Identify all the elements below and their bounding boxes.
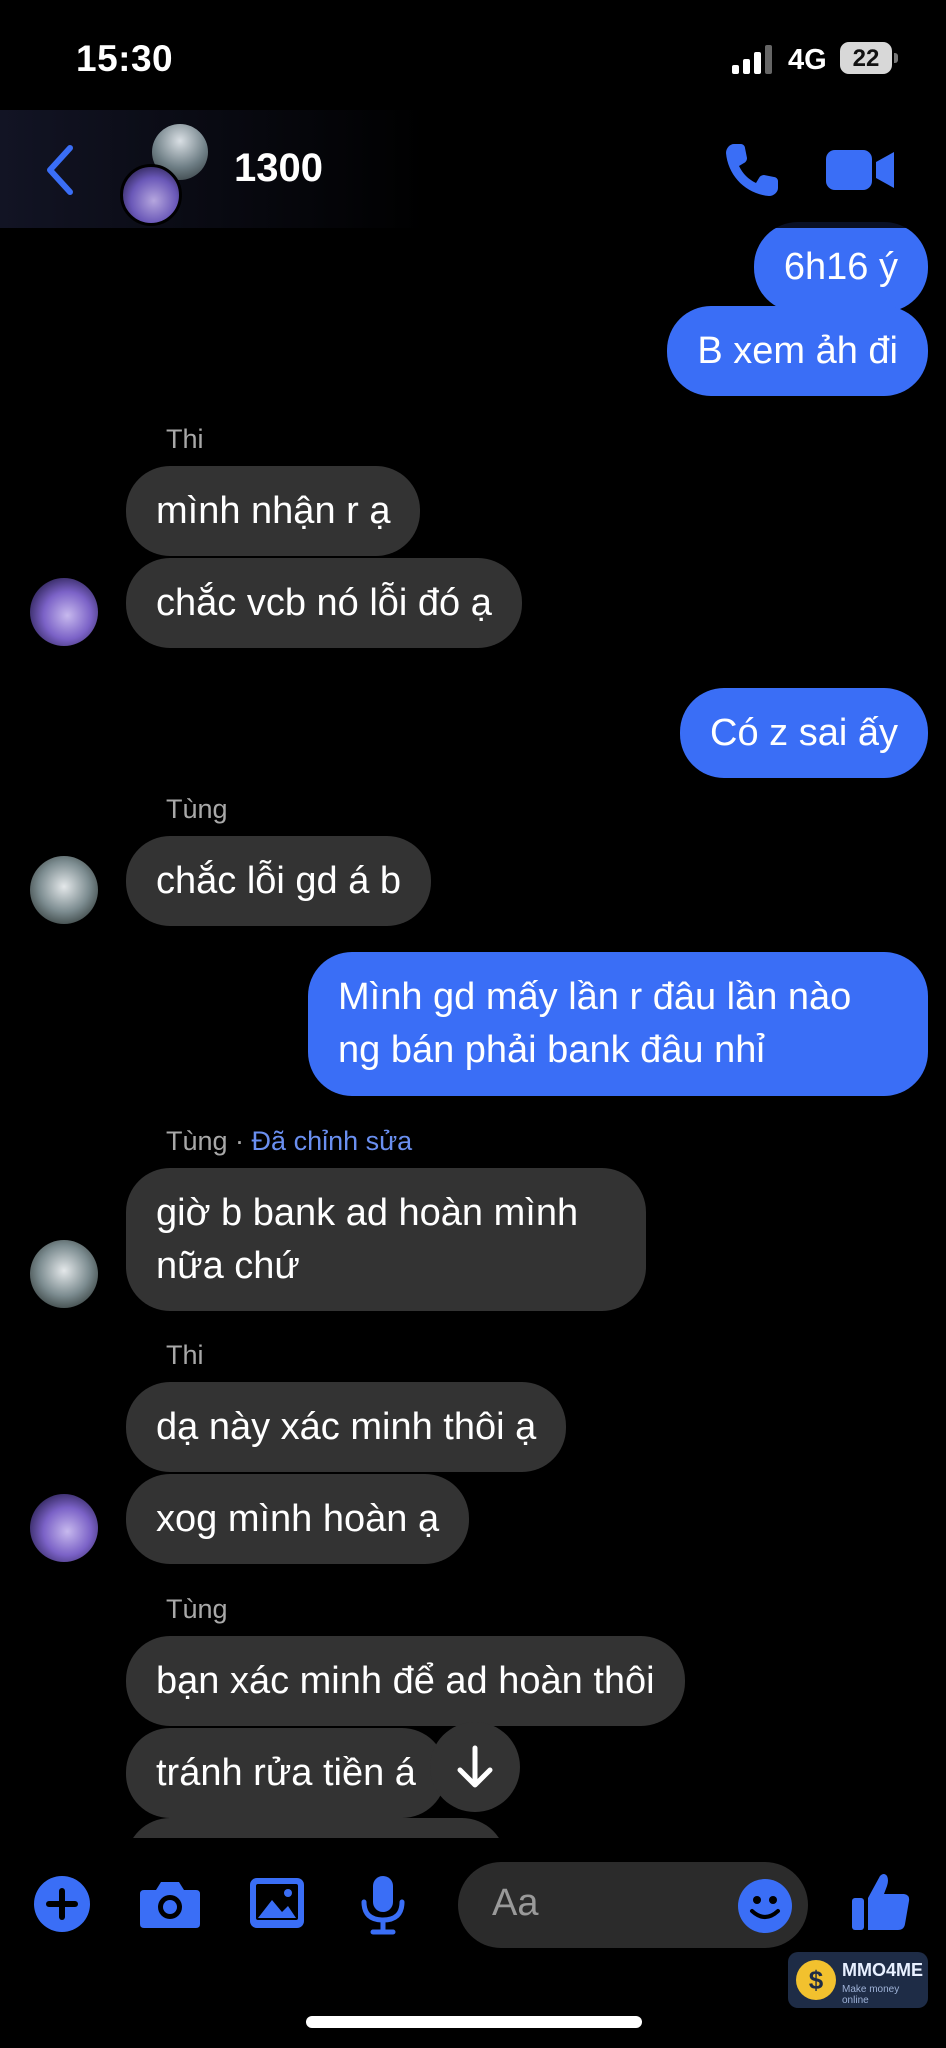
- voice-message-button[interactable]: [358, 1874, 408, 1936]
- sender-name: Thi: [166, 1340, 204, 1370]
- message-bubble-incoming[interactable]: chắc vcb nó lỗi đó ạ: [126, 558, 522, 648]
- watermark-logo: $ MMO4ME Make money online: [788, 1952, 928, 2008]
- voice-call-button[interactable]: [720, 138, 784, 202]
- status-time: 15:30: [76, 38, 174, 79]
- emoji-button[interactable]: [738, 1879, 792, 1933]
- video-camera-icon: [826, 150, 894, 190]
- message-bubble-incoming[interactable]: dạ này xác minh thôi ạ: [126, 1382, 567, 1472]
- sender-name: Tùng: [166, 1594, 228, 1624]
- sender-name-edited: Tùng · Đã chỉnh sửa: [166, 1126, 412, 1157]
- avatar-thi[interactable]: [30, 578, 98, 646]
- image-icon: [250, 1878, 304, 1928]
- message-bubble-incoming[interactable]: xog mình hoàn ạ: [126, 1474, 470, 1564]
- chat-header: 1300: [0, 110, 946, 228]
- edited-label: Đã chỉnh sửa: [251, 1126, 413, 1156]
- separator: ·: [227, 1126, 252, 1156]
- camera-icon: [140, 1882, 200, 1928]
- scroll-down-button[interactable]: [430, 1722, 520, 1812]
- signal-icon: [732, 44, 774, 74]
- message-input[interactable]: Aa: [458, 1862, 808, 1948]
- arrow-down-icon: [457, 1745, 493, 1788]
- plus-icon: [46, 1888, 78, 1920]
- message-line: ng bán phải bank đâu nhỉ: [338, 1029, 765, 1071]
- message-thread[interactable]: 6h16 ý B xem ảh đi Thi mình nhận r ạ chắ…: [0, 0, 946, 1838]
- message-bubble-outgoing[interactable]: Có z sai ấy: [680, 688, 928, 778]
- battery-icon: 22: [840, 42, 898, 74]
- message-line: Mình gd mấy lần r đâu lần nào: [338, 976, 852, 1018]
- camera-button[interactable]: [138, 1876, 202, 1932]
- message-bubble-incoming[interactable]: chắc lỗi gd á b: [126, 836, 432, 926]
- watermark-tagline: Make money online: [842, 1984, 900, 2006]
- avatar-tung[interactable]: [30, 856, 98, 924]
- avatar-photo: [120, 164, 182, 226]
- video-call-button[interactable]: [826, 144, 896, 196]
- phone-icon: [726, 144, 778, 196]
- microphone-icon: [361, 1876, 405, 1935]
- back-button[interactable]: [42, 140, 82, 200]
- thumbs-up-icon: [852, 1874, 910, 1930]
- group-avatar[interactable]: [118, 124, 218, 226]
- sender-name: Thi: [166, 424, 204, 454]
- avatar-tung[interactable]: [30, 1240, 98, 1308]
- watermark-name: MMO4ME: [842, 1960, 923, 1980]
- avatar-thi[interactable]: [30, 1494, 98, 1562]
- back-chevron-icon: [47, 145, 73, 195]
- emoji-icon: [750, 1896, 780, 1919]
- chat-title[interactable]: 1300: [234, 146, 323, 191]
- message-line: giờ b bank ad hoàn mình: [156, 1192, 579, 1234]
- message-bubble-outgoing[interactable]: 6h16 ý: [753, 222, 928, 312]
- network-label: 4G: [788, 44, 827, 76]
- message-bubble-outgoing[interactable]: Mình gd mấy lần r đâu lần nào ng bán phả…: [308, 952, 928, 1096]
- message-bubble-incoming[interactable]: mình nhận r ạ: [126, 466, 421, 556]
- more-actions-button[interactable]: [34, 1876, 90, 1932]
- message-placeholder: Aa: [492, 1882, 539, 1924]
- message-bubble-incoming[interactable]: tránh rửa tiền á: [126, 1728, 446, 1818]
- message-bubble-outgoing[interactable]: B xem ảh đi: [667, 306, 928, 396]
- battery-level: 22: [852, 45, 880, 72]
- like-button[interactable]: [850, 1870, 912, 1934]
- message-bubble-incoming-partial[interactable]: [126, 1818, 506, 1838]
- message-line: nữa chứ: [156, 1245, 300, 1287]
- status-bar: 15:30 4G 22: [0, 0, 946, 120]
- sender-name: Tùng: [166, 1126, 228, 1156]
- message-bubble-incoming[interactable]: giờ b bank ad hoàn mình nữa chứ: [126, 1168, 646, 1311]
- home-indicator: [306, 2016, 642, 2028]
- dollar-coin-icon: $: [796, 1960, 836, 2000]
- message-bubble-incoming[interactable]: bạn xác minh để ad hoàn thôi: [126, 1636, 685, 1726]
- gallery-button[interactable]: [248, 1876, 306, 1930]
- sender-name: Tùng: [166, 794, 228, 824]
